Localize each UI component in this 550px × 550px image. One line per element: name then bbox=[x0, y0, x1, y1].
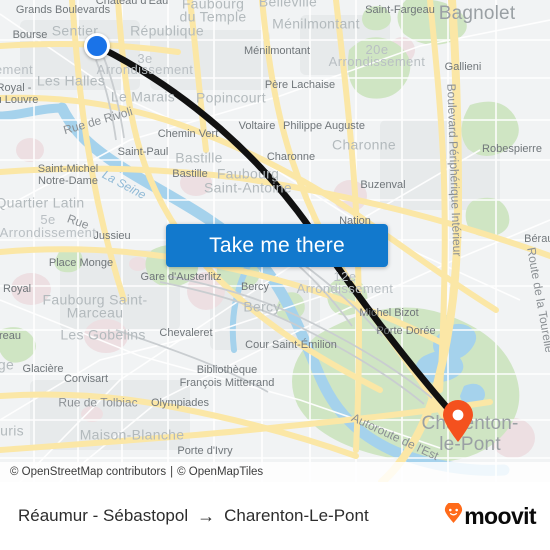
attribution-separator: | bbox=[170, 466, 174, 478]
take-me-there-button[interactable]: Take me there bbox=[166, 224, 388, 267]
attribution-tiles[interactable]: © OpenMapTiles bbox=[177, 466, 263, 478]
moovit-logo[interactable]: moovit bbox=[444, 501, 537, 530]
attribution-osm[interactable]: © OpenStreetMap contributors bbox=[10, 466, 166, 478]
footer-bar: Réaumur - Sébastopol → Charenton-Le-Pont… bbox=[0, 482, 550, 550]
route-destination-label: Charenton-Le-Pont bbox=[224, 506, 369, 525]
route-summary: Réaumur - Sébastopol → Charenton-Le-Pont bbox=[18, 506, 444, 527]
destination-marker-pin[interactable] bbox=[441, 399, 475, 443]
moovit-wordmark: moovit bbox=[464, 502, 536, 529]
route-origin-label: Réaumur - Sébastopol bbox=[18, 506, 189, 525]
moovit-map-screenshot: Grands Boulevards Château d'Eau Bourse Sent… bbox=[0, 0, 550, 550]
origin-marker-dot[interactable] bbox=[84, 33, 110, 59]
arrow-right-icon: → bbox=[197, 505, 216, 526]
map-attribution: © OpenStreetMap contributors | © OpenMap… bbox=[0, 462, 550, 482]
map-canvas[interactable]: Grands Boulevards Château d'Eau Bourse Sent… bbox=[0, 0, 550, 482]
moovit-pin-icon bbox=[444, 501, 463, 529]
